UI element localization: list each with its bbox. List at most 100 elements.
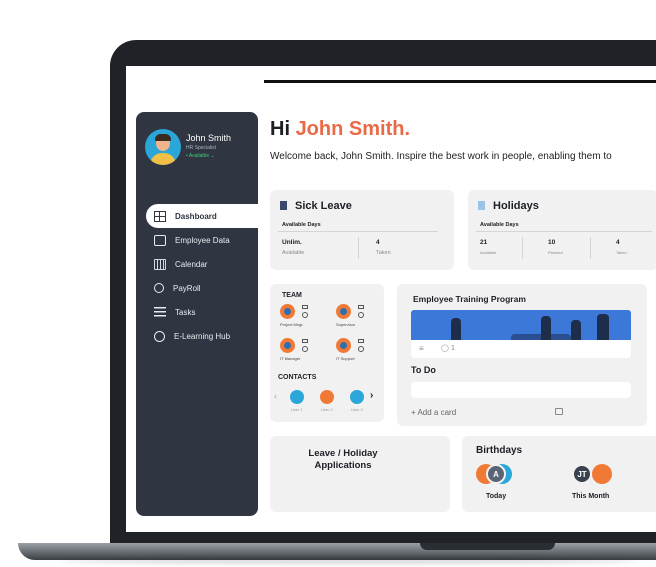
divider — [590, 237, 591, 259]
top-divider — [264, 80, 656, 83]
mail-icon[interactable] — [358, 305, 364, 309]
sick-leave-title: Sick Leave — [280, 200, 352, 212]
birthdays-month-label: This Month — [572, 493, 610, 500]
illustration-figure — [597, 314, 609, 340]
sidebar-item-label: Tasks — [175, 307, 196, 317]
sick-leave-available-value: Unlim. — [282, 239, 302, 246]
holidays-title-text: Holidays — [493, 200, 539, 212]
greeting-name: John Smith. — [295, 118, 411, 140]
sidebar-item-payroll[interactable]: PayRoll — [136, 276, 258, 300]
leave-applications-title: Leave / Holiday Applications — [308, 448, 378, 471]
chevron-left-icon[interactable]: ‹ — [274, 391, 277, 401]
laptop-mockup: John Smith HR Specialist • Available ⌄ D… — [0, 0, 656, 567]
sidebar: John Smith HR Specialist • Available ⌄ D… — [136, 112, 258, 516]
comment-icon: ◯ — [441, 345, 449, 352]
sidebar-item-label: E-Learning Hub — [174, 331, 231, 341]
holidays-taken-value: 4 — [616, 239, 620, 246]
info-icon[interactable] — [358, 312, 364, 318]
learning-icon — [154, 330, 165, 342]
mail-icon[interactable] — [302, 339, 308, 343]
birthdays-title: Birthdays — [476, 445, 523, 456]
team-member[interactable]: Supervisor — [336, 304, 376, 334]
team-member[interactable]: IT Support — [336, 338, 376, 368]
sidebar-item-calendar[interactable]: Calendar — [136, 252, 258, 276]
chevron-right-icon[interactable]: › — [370, 390, 373, 401]
birthday-avatar-initials[interactable]: JT — [572, 464, 592, 484]
member-avatar — [280, 338, 295, 353]
contacts-carousel: ‹ User 1 User 2 User 3 › — [274, 390, 382, 414]
user-status-text: • Available — [186, 153, 210, 159]
todo-input[interactable] — [411, 382, 631, 398]
divider — [278, 231, 438, 232]
app-screen: John Smith HR Specialist • Available ⌄ D… — [126, 66, 656, 532]
laptop-notch — [420, 543, 555, 550]
sick-leave-subtitle: Available Days — [282, 222, 321, 228]
contact-avatar[interactable] — [350, 390, 364, 404]
card-template-icon[interactable] — [555, 408, 563, 415]
contact-name: User 3 — [351, 407, 363, 412]
sick-leave-card[interactable]: Sick Leave Available Days Unlim. Availab… — [270, 190, 454, 270]
holidays-subtitle: Available Days — [480, 222, 519, 228]
sick-leave-available-label: Available — [282, 250, 305, 256]
divider — [522, 237, 523, 259]
info-icon[interactable] — [358, 346, 364, 352]
holidays-available-value: 21 — [480, 239, 488, 246]
sidebar-nav: Dashboard Employee Data Calendar PayRoll… — [136, 204, 258, 348]
contact-avatar[interactable] — [290, 390, 304, 404]
illustration-figure — [571, 320, 581, 340]
user-status-dropdown[interactable]: • Available ⌄ — [186, 153, 215, 159]
sidebar-item-label: Calendar — [175, 259, 208, 269]
calendar-icon — [154, 258, 166, 270]
holidays-taken-label: Taken — [616, 250, 627, 255]
sidebar-item-e-learning-hub[interactable]: E-Learning Hub — [136, 324, 258, 348]
leave-applications-card[interactable]: Leave / Holiday Applications — [270, 436, 450, 512]
sick-leave-marker-icon — [280, 201, 287, 210]
contact-name: User 2 — [321, 407, 333, 412]
sidebar-item-employee-data[interactable]: Employee Data — [136, 228, 258, 252]
team-member[interactable]: IT Manager — [280, 338, 320, 368]
comment-count: 1 — [451, 345, 455, 352]
page-title: Hi John Smith. — [270, 118, 410, 141]
sidebar-item-label: PayRoll — [173, 283, 201, 293]
training-title: Employee Training Program — [413, 294, 526, 304]
divider — [476, 231, 652, 232]
sidebar-item-label: Dashboard — [175, 211, 217, 221]
tasks-list-icon — [154, 306, 166, 318]
member-avatar — [336, 304, 351, 319]
illustration-figure — [541, 316, 551, 340]
chevron-down-icon: ⌄ — [210, 153, 215, 159]
welcome-message: Welcome back, John Smith. Inspire the be… — [270, 151, 612, 162]
holidays-card[interactable]: Holidays Available Days 21 Available 10 … — [468, 190, 656, 270]
sidebar-item-dashboard[interactable]: Dashboard — [146, 204, 258, 228]
holidays-available-label: Available — [480, 250, 497, 255]
user-avatar[interactable] — [145, 129, 181, 165]
info-icon[interactable] — [302, 312, 308, 318]
folder-icon — [154, 234, 166, 246]
contact-name: User 1 — [291, 407, 303, 412]
info-icon[interactable] — [302, 346, 308, 352]
training-card-footer: ≡ ◯ 1 — [411, 340, 631, 358]
team-title: TEAM — [282, 292, 302, 299]
illustration-figure — [451, 318, 461, 340]
birthdays-today-label: Today — [486, 493, 507, 500]
birthday-avatar[interactable] — [592, 464, 612, 484]
contacts-title: CONTACTS — [278, 374, 317, 381]
training-illustration[interactable] — [411, 310, 631, 340]
user-role: HR Specialist — [186, 145, 217, 151]
member-role: IT Manager — [280, 356, 301, 361]
laptop-shadow — [60, 558, 640, 564]
team-card: TEAM Project Mngr. Supervisor IT Manager — [270, 284, 384, 422]
holidays-planned-value: 10 — [548, 239, 556, 246]
member-role: Supervisor — [336, 322, 356, 327]
avatar-body — [150, 153, 176, 165]
add-card-button[interactable]: + Add a card — [411, 408, 456, 417]
team-member[interactable]: Project Mngr. — [280, 304, 320, 334]
payroll-icon — [154, 283, 164, 293]
holidays-title: Holidays — [478, 200, 539, 212]
mail-icon[interactable] — [302, 305, 308, 309]
sidebar-item-tasks[interactable]: Tasks — [136, 300, 258, 324]
birthday-avatar-initial[interactable]: A — [486, 464, 506, 484]
member-avatar — [336, 338, 351, 353]
mail-icon[interactable] — [358, 339, 364, 343]
contact-avatar[interactable] — [320, 390, 334, 404]
